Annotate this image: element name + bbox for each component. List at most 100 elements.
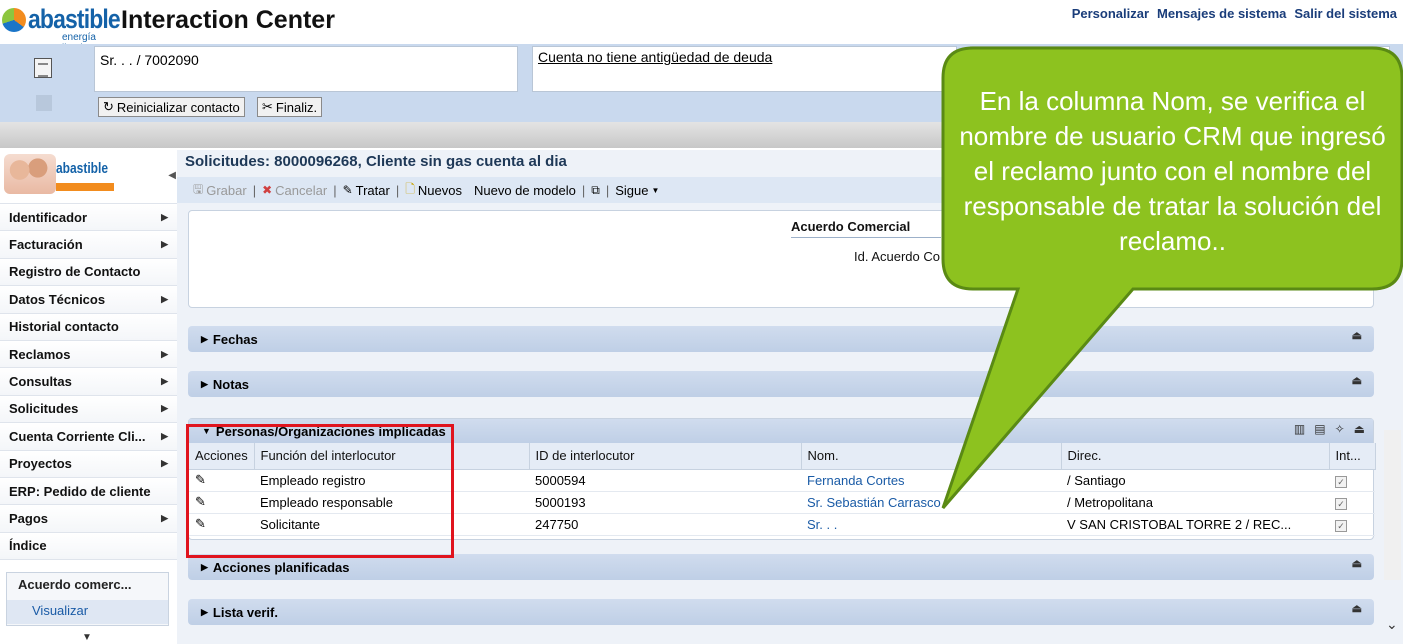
nav-item-label: Datos Técnicos: [9, 291, 106, 307]
nav-item-label: Reclamos: [9, 346, 71, 362]
document-icon[interactable]: [34, 58, 52, 78]
nav-item[interactable]: Historial contacto: [0, 313, 177, 341]
nav-scroll-down-icon[interactable]: ▼: [82, 632, 92, 643]
submenu-arrow-icon: ▶: [161, 403, 168, 414]
logo-swirl-icon: [2, 8, 26, 32]
reset-contact-button[interactable]: ↻ Reinicializar contacto: [98, 97, 245, 117]
logo-word: abastible: [28, 4, 121, 34]
partner-id-cell: 247750: [529, 513, 801, 536]
nav-logo-strip: [56, 183, 114, 191]
new-button[interactable]: 🗋 Nuevos: [399, 180, 468, 201]
submenu-arrow-icon: ▶: [161, 512, 168, 523]
annotation-callout: En la columna Nom, se verifica el nombre…: [941, 46, 1403, 509]
agreement-heading: Acuerdo Comercial: [791, 219, 941, 238]
nav-item[interactable]: Proyectos ▶: [0, 450, 177, 478]
recent-item-title[interactable]: Acuerdo comerc...: [18, 577, 131, 592]
left-navigation: abastible ◀ Identificador ▶ Facturación ▶ Re…: [0, 150, 177, 644]
new-model-label: Nuevo de modelo: [473, 182, 576, 198]
save-icon: 🖫: [193, 181, 204, 196]
submenu-arrow-icon: ▶: [161, 293, 168, 304]
expand-icon: ▶: [201, 333, 208, 344]
treat-label: Tratar: [355, 182, 390, 198]
nav-item[interactable]: Datos Técnicos ▶: [0, 286, 177, 314]
cancel-button[interactable]: ✖ Cancelar: [256, 183, 333, 198]
nav-logo: abastible ◀: [0, 150, 177, 204]
nav-item[interactable]: Identificador ▶: [0, 204, 177, 232]
collapse-nav-icon[interactable]: ◀: [168, 170, 176, 181]
nav-item-label: Pagos: [9, 510, 49, 526]
nav-item-label: Solicitudes: [9, 401, 79, 417]
callout-text: En la columna Nom, se verifica el nombre…: [959, 86, 1386, 256]
submenu-arrow-icon: ▶: [161, 239, 168, 250]
dropdown-icon: ▼: [651, 185, 660, 195]
new-doc-icon: 🗋: [405, 181, 415, 196]
nav-item-label: Consultas: [9, 374, 72, 390]
nav-item[interactable]: Pagos ▶: [0, 505, 177, 533]
section-checklist-label: Lista verif.: [212, 604, 278, 620]
nav-item[interactable]: Consultas ▶: [0, 368, 177, 396]
collapse-icon[interactable]: ⏏: [1352, 557, 1362, 570]
edit-icon: ✎: [342, 183, 353, 197]
nav-item-label: Registro de Contacto: [9, 264, 141, 280]
follow-label: Sigue: [615, 182, 649, 198]
nav-item-label: Proyectos: [9, 456, 72, 472]
highlight-box: [186, 424, 454, 558]
app-title: Interaction Center: [121, 6, 335, 34]
nav-item-label: Historial contacto: [9, 319, 119, 335]
placeholder-icon: [36, 95, 52, 111]
end-contact-label: Finaliz.: [275, 99, 318, 115]
reset-contact-label: Reinicializar contacto: [116, 99, 240, 115]
logout-link[interactable]: Salir del sistema: [1294, 6, 1397, 21]
submenu-arrow-icon: ▶: [161, 458, 168, 469]
business-partner-box: Sr. . . / 7002090: [94, 46, 518, 92]
top-bar: abastible energía limpia Interaction Cen…: [0, 0, 1403, 54]
column-header[interactable]: ID de interlocutor: [529, 443, 802, 470]
save-label: Grabar: [206, 182, 247, 198]
nav-item[interactable]: Facturación ▶: [0, 231, 177, 259]
personalize-link[interactable]: Personalizar: [1072, 6, 1149, 21]
save-button[interactable]: 🖫 Grabar: [187, 180, 253, 201]
nav-item[interactable]: Registro de Contacto: [0, 258, 177, 287]
new-from-model-button[interactable]: Nuevo de modelo: [468, 183, 582, 198]
new-label: Nuevos: [417, 182, 462, 198]
nav-item[interactable]: ERP: Pedido de cliente: [0, 477, 177, 506]
nav-item[interactable]: Reclamos ▶: [0, 340, 177, 369]
section-planned-label: Acciones planificadas: [212, 559, 350, 575]
submenu-arrow-icon: ▶: [161, 376, 168, 387]
partner-id-cell: 5000193: [529, 491, 801, 514]
partner-id-cell: 5000594: [529, 469, 801, 492]
copy-button[interactable]: ⧉: [585, 183, 606, 198]
nav-item-label: Cuenta Corriente Cli...: [9, 428, 146, 444]
nav-item[interactable]: Solicitudes ▶: [0, 395, 177, 424]
nav-item-label: Facturación: [9, 237, 83, 253]
expand-icon: ▶: [201, 606, 208, 617]
debt-info-box: Cuenta no tiene antigüedad de deuda: [532, 46, 957, 92]
recent-item-link[interactable]: Visualizar: [7, 600, 168, 624]
internal-checkbox[interactable]: ✓: [1335, 519, 1347, 532]
nav-item[interactable]: Índice: [0, 532, 177, 561]
submenu-arrow-icon: ▶: [161, 430, 168, 441]
treat-button[interactable]: ✎ Tratar: [337, 183, 396, 198]
nav-item-label: Índice: [9, 538, 47, 554]
scroll-down-icon[interactable]: ⌄: [1386, 616, 1398, 633]
abastible-logo: abastible energía limpia: [2, 4, 121, 54]
debt-text: Cuenta no tiene antigüedad de deuda: [538, 49, 773, 65]
end-contact-button[interactable]: ✂ Finaliz.: [257, 97, 323, 117]
section-notes-label: Notas: [212, 376, 250, 392]
submenu-arrow-icon: ▶: [161, 348, 168, 359]
collapse-icon[interactable]: ⏏: [1352, 602, 1362, 615]
family-photo-icon: [4, 154, 56, 194]
cancel-icon: ✖: [262, 183, 273, 197]
nav-item-label: Identificador: [9, 209, 88, 225]
refresh-icon: ↻: [103, 99, 114, 114]
bp-text: Sr. . . / 7002090: [100, 52, 199, 68]
section-dates-label: Fechas: [212, 331, 258, 347]
nav-item[interactable]: Cuenta Corriente Cli... ▶: [0, 423, 177, 451]
nav-list: Identificador ▶ Facturación ▶ Registro de Co…: [0, 204, 177, 561]
follow-button[interactable]: Sigue ▼: [609, 183, 665, 198]
agreement-id-label: Id. Acuerdo Co: [854, 249, 940, 264]
top-links: Personalizar Mensajes de sistema Salir d…: [1072, 6, 1397, 21]
nav-logo-name: abastible: [56, 160, 109, 177]
section-checklist[interactable]: ▶ Lista verif. ⏏: [188, 599, 1374, 625]
system-messages-link[interactable]: Mensajes de sistema: [1157, 6, 1286, 21]
